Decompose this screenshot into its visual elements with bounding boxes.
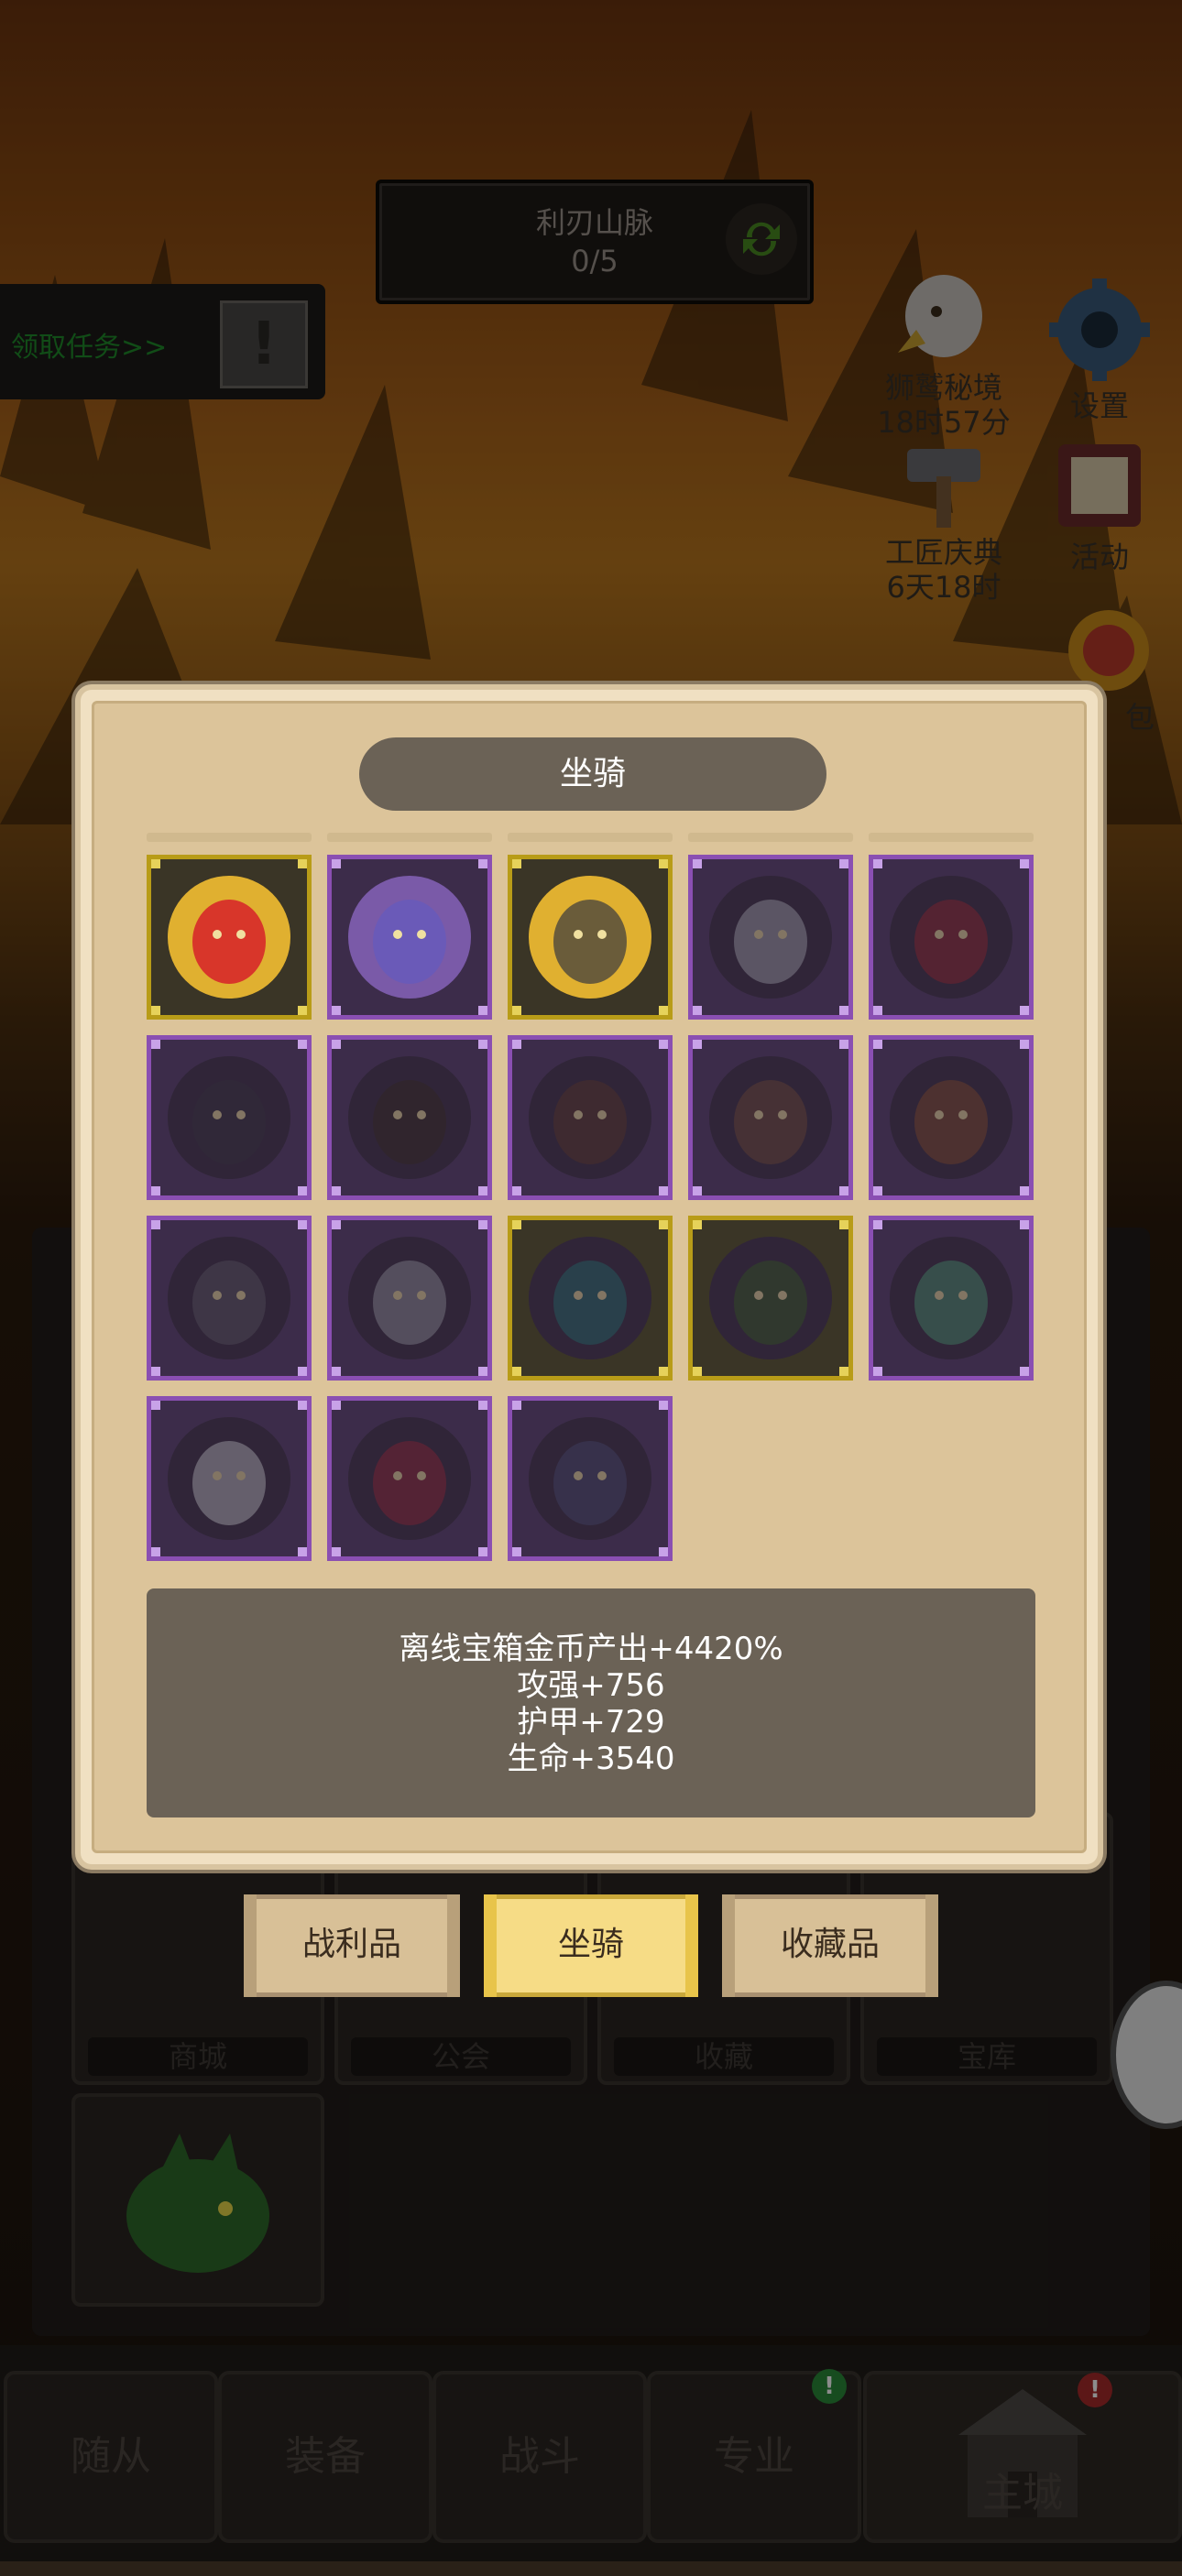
mount-portrait (168, 1237, 290, 1359)
mount-slot[interactable] (147, 1396, 312, 1561)
mount-portrait (529, 1056, 651, 1179)
mount-slot[interactable] (147, 855, 312, 1020)
mount-portrait (348, 876, 471, 999)
mount-slot[interactable] (327, 1216, 492, 1381)
mount-portrait (890, 876, 1012, 999)
mount-slot[interactable] (327, 1396, 492, 1561)
mount-slot[interactable] (688, 855, 853, 1020)
mount-slot[interactable] (508, 1035, 673, 1200)
bonus-line: 离线宝箱金币产出+4420% (399, 1631, 783, 1667)
tab-label: 战利品 (301, 1926, 401, 1963)
mount-slot[interactable] (508, 1216, 673, 1381)
mount-portrait (348, 1417, 471, 1540)
shelf-divider (688, 833, 853, 842)
mount-portrait (348, 1237, 471, 1359)
mount-portrait (890, 1237, 1012, 1359)
bonus-line: 生命+3540 (507, 1741, 675, 1777)
mount-slot[interactable] (869, 1216, 1034, 1381)
bonus-line: 攻强+756 (517, 1667, 665, 1704)
mount-portrait (709, 1237, 832, 1359)
tab-collectibles[interactable]: 收藏品 (722, 1894, 938, 1997)
mount-slot[interactable] (688, 1035, 853, 1200)
mount-slot[interactable] (688, 1216, 853, 1381)
tab-label: 坐骑 (557, 1926, 624, 1963)
bonus-panel: 离线宝箱金币产出+4420% 攻强+756 护甲+729 生命+3540 (147, 1588, 1035, 1817)
dialog-title: 坐骑 (359, 737, 826, 811)
mount-slot[interactable] (147, 1216, 312, 1381)
mount-portrait (529, 876, 651, 999)
tab-loot[interactable]: 战利品 (244, 1894, 460, 1997)
mount-slot[interactable] (508, 1396, 673, 1561)
shelf-divider (327, 833, 492, 842)
shelf-divider (147, 833, 312, 842)
mount-portrait (709, 876, 832, 999)
bonus-line: 护甲+729 (517, 1704, 665, 1741)
mount-portrait (168, 876, 290, 999)
mount-portrait (529, 1237, 651, 1359)
tab-mount[interactable]: 坐骑 (484, 1894, 698, 1997)
mount-portrait (168, 1056, 290, 1179)
mount-slot[interactable] (147, 1035, 312, 1200)
mount-portrait (348, 1056, 471, 1179)
shelf-divider (869, 833, 1034, 842)
mount-slot[interactable] (869, 855, 1034, 1020)
shelf-divider (508, 833, 673, 842)
mount-slot[interactable] (508, 855, 673, 1020)
mount-slot[interactable] (327, 1035, 492, 1200)
mount-portrait (709, 1056, 832, 1179)
mount-portrait (890, 1056, 1012, 1179)
mount-portrait (168, 1417, 290, 1540)
mount-slot[interactable] (327, 855, 492, 1020)
tab-label: 收藏品 (780, 1926, 880, 1963)
mount-slot[interactable] (869, 1035, 1034, 1200)
mount-portrait (529, 1417, 651, 1540)
